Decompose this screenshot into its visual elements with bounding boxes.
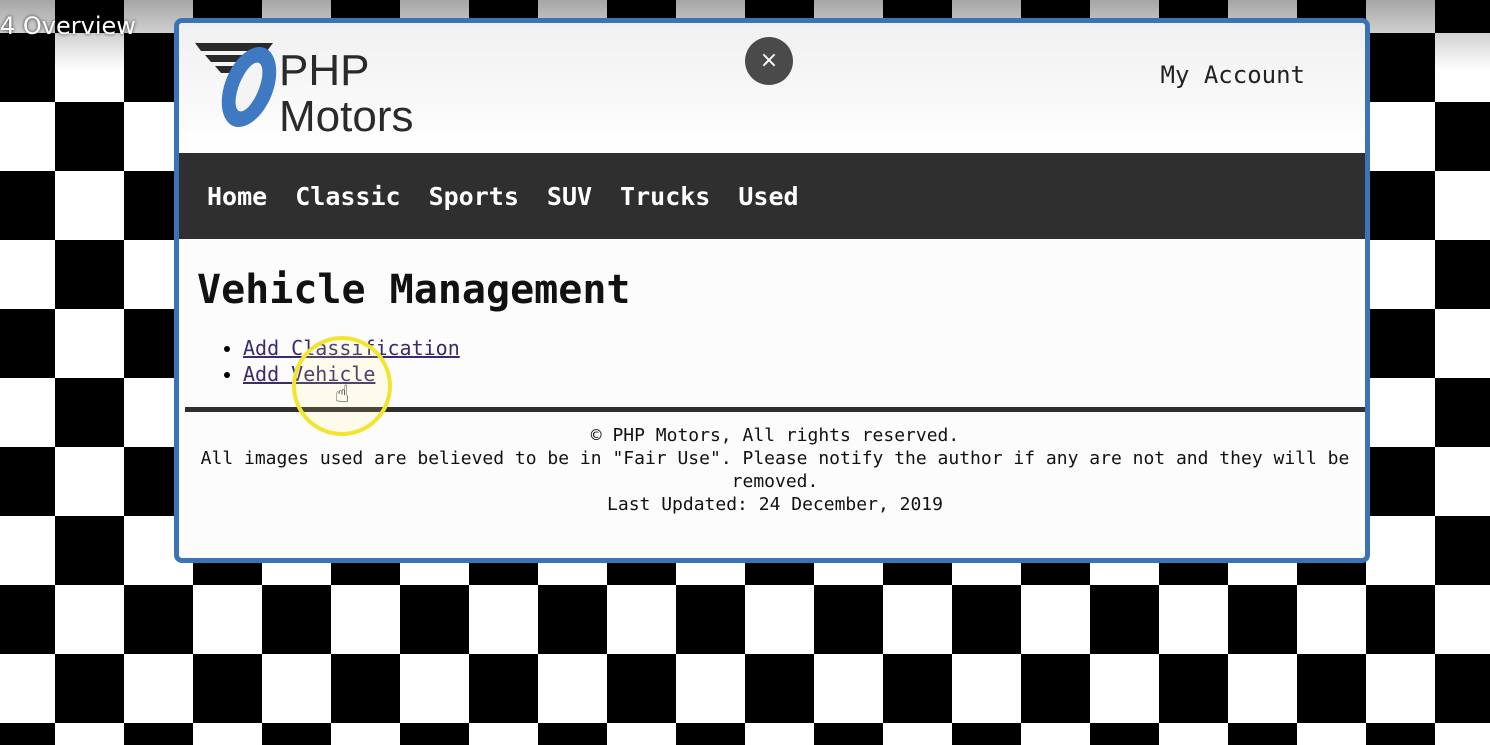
site-footer: © PHP Motors, All rights reserved. All i… — [185, 407, 1365, 516]
video-title: 4 Overview — [0, 12, 136, 40]
logo-text-php: PHP — [279, 46, 369, 95]
nav-item-classic[interactable]: Classic — [295, 182, 400, 211]
my-account-link[interactable]: My Account — [1161, 61, 1306, 89]
footer-last-updated: Last Updated: 24 December, 2019 — [607, 494, 943, 515]
add-classification-link[interactable]: Add Classification — [243, 336, 460, 360]
footer-copyright: © PHP Motors, All rights reserved. — [590, 425, 960, 446]
site-header: PHP Motors × My Account — [179, 23, 1365, 153]
add-vehicle-link[interactable]: Add Vehicle — [243, 362, 375, 386]
list-item: Add Vehicle — [243, 361, 1347, 387]
nav-item-used[interactable]: Used — [738, 182, 798, 211]
list-item: Add Classification — [243, 335, 1347, 361]
main-nav: Home Classic Sports SUV Trucks Used — [179, 153, 1365, 239]
nav-item-sports[interactable]: Sports — [429, 182, 519, 211]
site-frame: PHP Motors × My Account Home Classic Spo… — [174, 18, 1370, 563]
nav-item-trucks[interactable]: Trucks — [620, 182, 710, 211]
logo-text-motors: Motors — [279, 92, 413, 133]
page-title: Vehicle Management — [197, 267, 631, 313]
close-icon: × — [759, 48, 779, 73]
admin-link-list: Add Classification Add Vehicle — [197, 335, 1347, 387]
php-motors-logo[interactable]: PHP Motors — [195, 41, 465, 133]
close-button[interactable]: × — [745, 37, 793, 85]
nav-item-home[interactable]: Home — [207, 182, 267, 211]
nav-item-suv[interactable]: SUV — [547, 182, 592, 211]
main-content: Vehicle Management Add Classification Ad… — [179, 239, 1365, 387]
footer-fair-use: All images used are believed to be in "F… — [200, 448, 1350, 492]
